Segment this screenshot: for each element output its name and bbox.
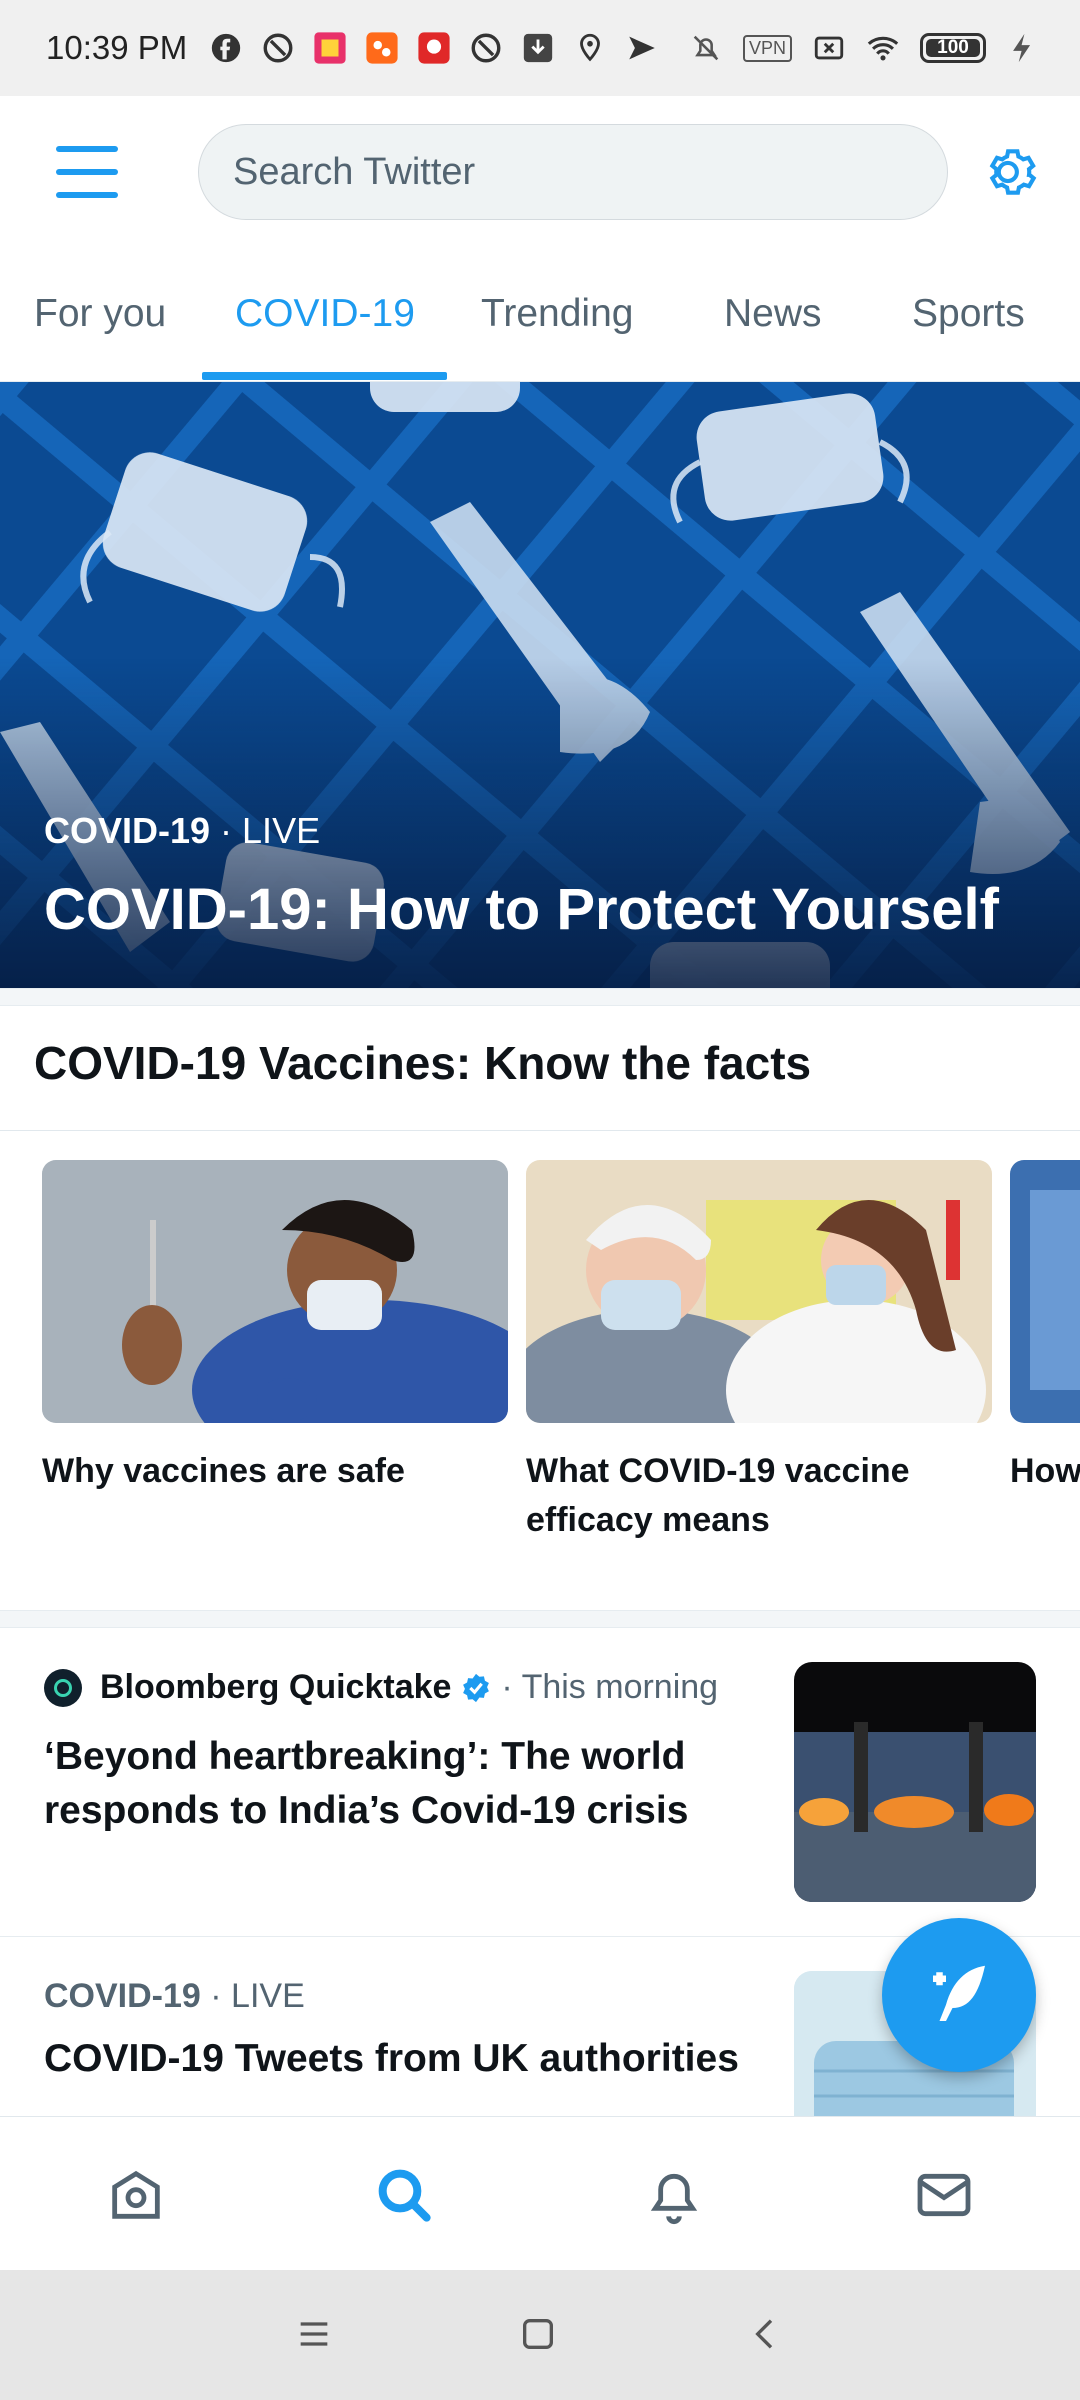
vaccine-cards-carousel[interactable]: Why vaccines are safe What COVID-19 vacc… [0,1160,1080,1580]
card-label: Why vaccines are safe [42,1452,405,1490]
app-icon [261,31,295,65]
tab-trending[interactable]: Trending [481,292,633,336]
live-title: COVID-19 Tweets from UK authorities [44,2037,739,2080]
card-how-work[interactable]: How work [1010,1160,1080,1496]
tab-news[interactable]: News [724,292,822,336]
search-icon[interactable] [372,2163,436,2227]
news-meta: Bloomberg Quicktake · This morning [44,1668,718,1707]
card-vaccine-efficacy[interactable]: What COVID-19 vaccine efficacy means [526,1160,992,1545]
news-thumbnail [794,1662,1036,1902]
hero-title: COVID-19: How to Protect Yourself [44,877,999,942]
card-image [526,1160,992,1423]
card-why-vaccines-safe[interactable]: Why vaccines are safe [42,1160,508,1496]
active-tab-indicator [202,372,447,380]
search-placeholder: Search Twitter [233,150,476,193]
card-label: How work [1010,1452,1080,1490]
battery-level: 100 [937,37,969,58]
system-navigation-bar [0,2270,1080,2400]
explore-tabs: For you COVID-19 Trending News Sports [0,272,1080,382]
tab-for-you[interactable]: For you [34,292,166,336]
card-image [42,1160,508,1423]
hero-category: COVID-19 [44,810,211,851]
battery-icon: 100 [920,33,986,63]
compose-icon [933,1965,985,2021]
hero-status: · LIVE [210,810,321,851]
bottom-navigation [0,2116,1080,2270]
status-time: 10:39 PM [46,29,188,66]
wifi-icon [866,31,900,65]
facebook-icon [209,31,243,65]
status-bar: 10:39 PM VPN 100 [0,0,1080,96]
live-meta: COVID-19 · LIVE [44,1977,305,2016]
messages-mail-icon[interactable] [912,2163,976,2227]
compose-tweet-button[interactable] [882,1918,1036,2072]
live-status: · LIVE [200,1977,305,2015]
home-button-icon[interactable] [518,2314,558,2354]
mute-icon [689,31,723,65]
news-author: Bloomberg Quicktake [100,1668,452,1706]
home-icon[interactable] [104,2163,168,2227]
section-title: COVID-19 Vaccines: Know the facts [34,1037,812,1089]
card-image [1010,1160,1080,1423]
vpn-icon: VPN [742,34,792,62]
recent-apps-icon[interactable] [294,2314,334,2354]
gear-icon[interactable] [982,141,1044,203]
news-item[interactable]: Bloomberg Quicktake · This morning ‘Beyo… [0,1630,1080,1936]
app-icon [469,31,503,65]
location-icon [573,31,607,65]
news-time: · This morning [501,1668,719,1706]
app-icon [313,31,347,65]
sim-icon [812,31,846,65]
app-icon [365,31,399,65]
notification-icons [209,31,659,65]
tab-sports[interactable]: Sports [912,292,1025,336]
hero-event-card[interactable]: COVID-19 · LIVE COVID-19: How to Protect… [0,382,1080,988]
section-divider [0,988,1080,1006]
charging-icon [1006,31,1040,65]
card-label: What COVID-19 vaccine efficacy means [526,1452,910,1539]
top-app-bar: Search Twitter [0,96,1080,251]
bloomberg-quicktake-avatar [44,1668,82,1707]
divider [0,1130,1080,1131]
section-divider [0,1610,1080,1628]
live-category: COVID-19 [44,1977,201,2015]
news-title: ‘Beyond heartbreaking’: The world respon… [44,1735,689,1832]
tab-covid-19[interactable]: COVID-19 [235,292,415,336]
send-icon [625,31,659,65]
hero-meta: COVID-19 · LIVE [44,810,320,852]
menu-icon[interactable] [56,146,118,198]
notifications-bell-icon[interactable] [642,2163,706,2227]
verified-badge-icon [463,1673,490,1702]
search-input[interactable]: Search Twitter [198,124,948,220]
back-icon[interactable] [746,2314,786,2354]
download-icon [521,31,555,65]
app-icon [417,31,451,65]
